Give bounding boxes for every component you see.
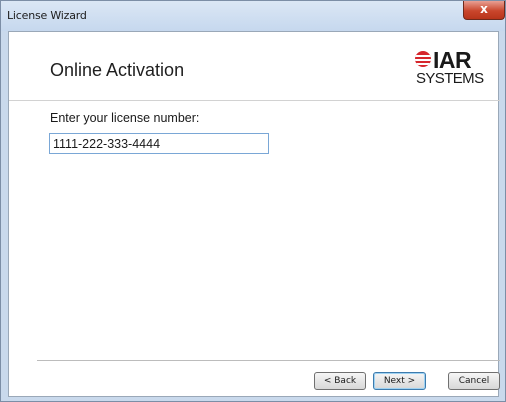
license-number-input[interactable]	[49, 133, 269, 154]
cancel-button[interactable]: Cancel	[448, 372, 500, 390]
wizard-page: Online Activation IAR SYSTEMS Enter your…	[8, 31, 500, 397]
next-button[interactable]: Next >	[373, 372, 426, 390]
footer-divider	[37, 360, 500, 361]
header-divider	[9, 100, 500, 101]
close-button[interactable]: x	[463, 1, 505, 20]
license-wizard-window: License Wizard x Online Activation IAR S…	[0, 0, 506, 402]
title-bar[interactable]: License Wizard x	[1, 1, 505, 31]
iar-systems-logo: IAR SYSTEMS	[411, 47, 491, 90]
back-button[interactable]: < Back	[314, 372, 366, 390]
close-icon: x	[480, 2, 488, 16]
window-title: License Wizard	[7, 9, 87, 22]
logo-sub-text: SYSTEMS	[416, 70, 484, 87]
license-number-label: Enter your license number:	[50, 111, 200, 125]
iar-logo-icon	[415, 51, 431, 67]
page-title: Online Activation	[50, 60, 185, 80]
